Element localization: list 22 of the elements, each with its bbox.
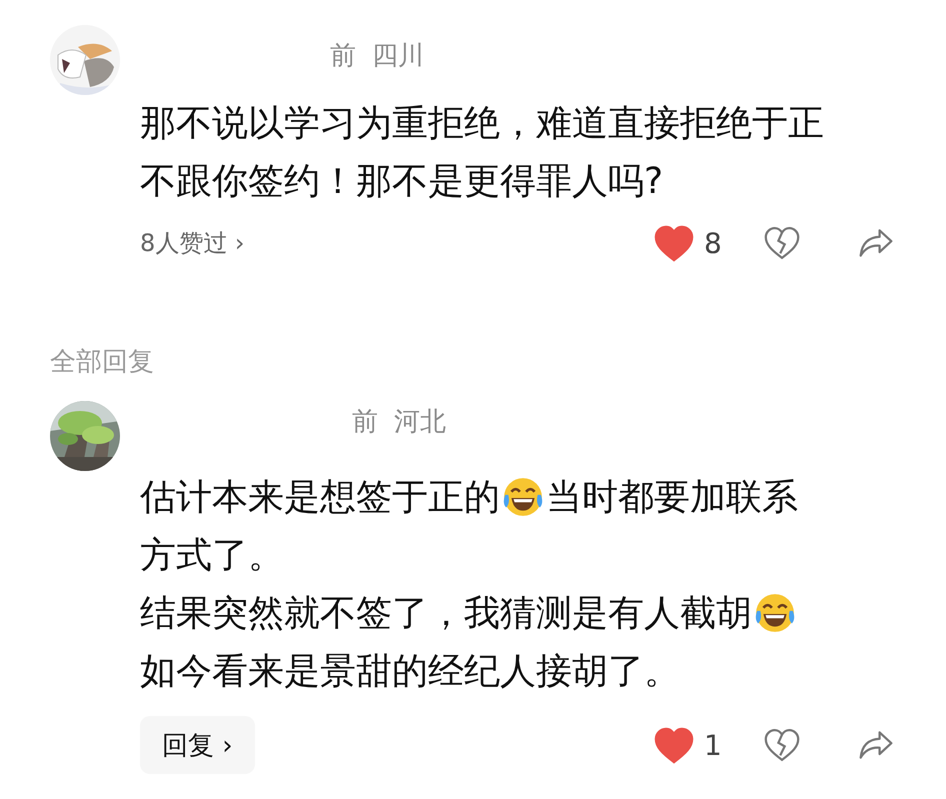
post-time: 前 <box>352 406 378 438</box>
broken-heart-icon[interactable] <box>764 226 800 260</box>
laughing-face-icon <box>754 592 796 634</box>
comment-text: 那不说以学习为重拒绝，难道直接拒绝于正 <box>140 102 824 146</box>
comment-text: 不跟你签约！那不是更得罪人吗? <box>140 160 664 204</box>
comment-text: 当时都要加联系 <box>546 476 798 520</box>
heart-icon[interactable] <box>654 224 694 262</box>
like-count: 8 <box>703 226 723 260</box>
comment-text: 如今看来是景甜的经纪人接胡了。 <box>140 650 680 694</box>
laughing-face-icon <box>502 476 544 518</box>
comment-text: 方式了。 <box>140 534 284 578</box>
location-text: 河北 <box>394 406 446 438</box>
comment-text: 估计本来是想签于正的 <box>140 476 500 520</box>
comment-text: 结果突然就不签了，我猜测是有人截胡 <box>140 592 752 636</box>
post-time: 前 <box>330 40 356 72</box>
reply-button[interactable]: 回复 › <box>140 716 255 774</box>
like-count: 1 <box>703 728 723 762</box>
location-text: 四川 <box>372 40 424 72</box>
broken-heart-icon[interactable] <box>764 728 800 762</box>
heart-icon[interactable] <box>654 726 694 764</box>
likers-link[interactable]: 8人赞过 › <box>140 227 244 259</box>
section-label: 全部回复 <box>50 346 155 379</box>
